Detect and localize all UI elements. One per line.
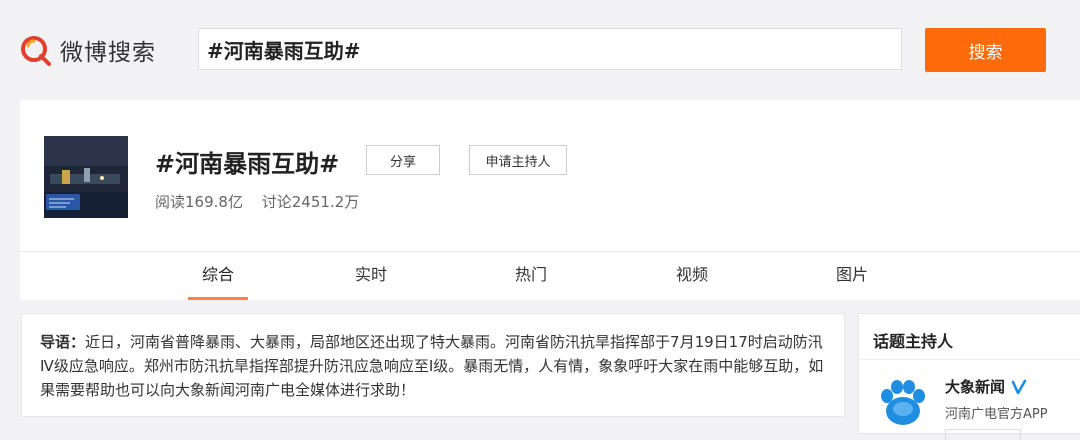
topic-guide-panel: 导语：近日，河南省普降暴雨、大暴雨，局部地区还出现了特大暴雨。河南省防汛抗旱指挥…: [21, 313, 845, 417]
tab-bar: 综合 实时 热门 视频 图片: [20, 252, 1080, 300]
tab-label: 综合: [201, 265, 234, 284]
search-button[interactable]: 搜索: [925, 28, 1046, 72]
search-input[interactable]: #河南暴雨互助#: [198, 28, 902, 70]
tab-label: 图片: [835, 265, 868, 284]
tab-label: 实时: [354, 265, 387, 284]
discussion-count: 讨论2451.2万: [261, 193, 360, 211]
tab-comprehensive[interactable]: 综合: [188, 252, 248, 300]
header: 微博搜索 #河南暴雨互助# 搜索: [0, 0, 1080, 100]
topic-thumbnail-image: [44, 136, 128, 218]
guide-text-block: 导语：近日，河南省普降暴雨、大暴雨，局部地区还出现了特大暴雨。河南省防汛抗旱指挥…: [40, 330, 830, 402]
follow-button[interactable]: [945, 429, 1021, 440]
topic-thumbnail[interactable]: [44, 136, 128, 218]
tab-realtime[interactable]: 实时: [341, 252, 401, 300]
guide-text: 近日，河南省普降暴雨、大暴雨，局部地区还出现了特大暴雨。河南省防汛抗旱指挥部于7…: [40, 333, 824, 399]
weibo-search-logo-icon: [21, 36, 51, 66]
divider: [859, 359, 1080, 360]
share-button[interactable]: 分享: [366, 145, 440, 175]
topic-card: #河南暴雨互助# 分享 申请主持人 阅读169.8亿 讨论2451.2万 综合 …: [20, 100, 1080, 300]
verified-v-icon: [1011, 379, 1027, 394]
read-count: 阅读169.8亿: [155, 193, 243, 211]
topic-title: #河南暴雨互助#: [155, 150, 340, 178]
tab-label: 视频: [675, 265, 708, 284]
host-panel-title: 话题主持人: [873, 332, 954, 351]
topic-host-panel: 话题主持人 大象新闻 河南广电官方APP: [858, 313, 1080, 440]
apply-host-button[interactable]: 申请主持人: [469, 145, 567, 175]
active-tab-indicator: [188, 297, 248, 300]
host-name[interactable]: 大象新闻: [945, 376, 1027, 397]
tab-label: 热门: [514, 265, 547, 284]
host-description: 河南广电官方APP: [945, 407, 1048, 422]
host-name-text: 大象新闻: [945, 378, 1006, 396]
host-avatar[interactable]: [875, 376, 931, 432]
weibo-search-logo[interactable]: 微博搜索: [18, 32, 156, 68]
tab-pictures[interactable]: 图片: [822, 252, 882, 300]
topic-stats: 阅读169.8亿 讨论2451.2万: [155, 191, 373, 212]
guide-label: 导语：: [40, 333, 86, 351]
logo-text: 微博搜索: [60, 40, 156, 66]
tab-video[interactable]: 视频: [662, 252, 722, 300]
tab-hot[interactable]: 热门: [501, 252, 561, 300]
